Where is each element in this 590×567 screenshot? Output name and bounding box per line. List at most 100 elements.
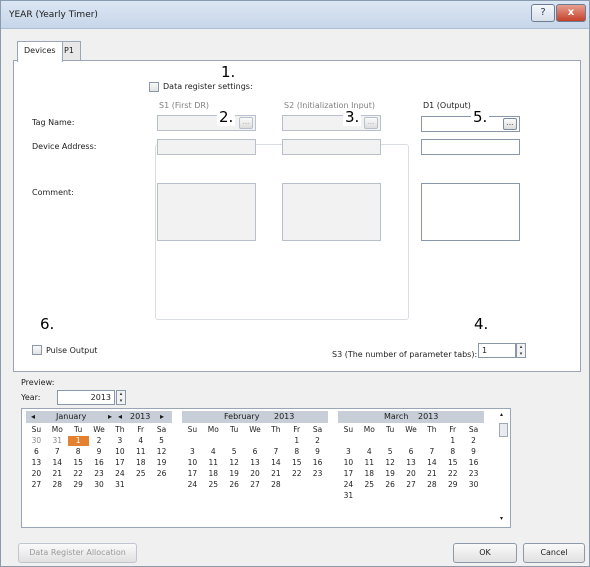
day-cell[interactable]: 5: [224, 447, 245, 457]
calendar-scrollbar[interactable]: ▴ ▾: [498, 411, 510, 525]
s2-device-address-field[interactable]: [282, 139, 381, 155]
d1-device-address-field[interactable]: [421, 139, 520, 155]
day-cell[interactable]: 12: [224, 458, 245, 468]
year-spinner[interactable]: ▴ ▾: [116, 390, 126, 405]
prev-month-arrow[interactable]: ◂: [31, 411, 35, 423]
s2-comment-field[interactable]: [282, 183, 381, 241]
day-cell[interactable]: 2: [463, 436, 484, 446]
cancel-button[interactable]: Cancel: [523, 543, 585, 563]
day-cell[interactable]: 22: [442, 469, 463, 479]
day-cell[interactable]: 3: [182, 447, 203, 457]
day-cell[interactable]: 13: [401, 458, 422, 468]
day-cell[interactable]: 22: [286, 469, 307, 479]
day-cell[interactable]: 1: [286, 436, 307, 446]
day-cell[interactable]: 31: [47, 436, 68, 446]
day-cell[interactable]: 18: [130, 458, 151, 468]
day-cell[interactable]: 28: [421, 480, 442, 490]
day-cell[interactable]: 4: [130, 436, 151, 446]
day-cell[interactable]: 5: [151, 436, 172, 446]
scroll-up-icon[interactable]: ▴: [500, 411, 503, 418]
day-cell[interactable]: 25: [203, 480, 224, 490]
day-cell[interactable]: 27: [401, 480, 422, 490]
day-cell[interactable]: 26: [380, 480, 401, 490]
day-cell[interactable]: 21: [265, 469, 286, 479]
tab-devices[interactable]: Devices: [17, 41, 63, 62]
day-cell[interactable]: 31: [109, 480, 130, 490]
d1-browse-button[interactable]: ...: [503, 118, 517, 130]
day-cell[interactable]: 23: [463, 469, 484, 479]
day-cell[interactable]: 27: [26, 480, 47, 490]
day-cell[interactable]: 25: [130, 469, 151, 479]
day-cell[interactable]: 24: [109, 469, 130, 479]
day-cell[interactable]: 11: [130, 447, 151, 457]
day-cell[interactable]: 29: [68, 480, 89, 490]
day-cell[interactable]: 19: [151, 458, 172, 468]
s3-input[interactable]: 1: [478, 343, 516, 358]
next-year-arrow[interactable]: ▸: [160, 411, 164, 423]
day-cell[interactable]: 9: [463, 447, 484, 457]
s1-browse-button[interactable]: ...: [239, 117, 253, 129]
day-cell[interactable]: 19: [224, 469, 245, 479]
day-cell[interactable]: 10: [182, 458, 203, 468]
day-cell[interactable]: 8: [68, 447, 89, 457]
day-cell[interactable]: 27: [245, 480, 266, 490]
day-cell[interactable]: 3: [109, 436, 130, 446]
day-cell[interactable]: 10: [338, 458, 359, 468]
d1-comment-field[interactable]: [421, 183, 520, 241]
day-cell[interactable]: 28: [47, 480, 68, 490]
scroll-thumb[interactable]: [499, 423, 508, 437]
prev-year-arrow[interactable]: ◂: [118, 411, 122, 423]
day-cell[interactable]: 14: [421, 458, 442, 468]
day-cell[interactable]: 26: [224, 480, 245, 490]
data-register-allocation-button[interactable]: Data Register Allocation: [18, 543, 137, 563]
next-month-arrow[interactable]: ▸: [108, 411, 112, 423]
day-cell[interactable]: 16: [463, 458, 484, 468]
day-cell[interactable]: 5: [380, 447, 401, 457]
day-cell[interactable]: 23: [89, 469, 110, 479]
day-cell[interactable]: 3: [338, 447, 359, 457]
day-cell[interactable]: 7: [47, 447, 68, 457]
s3-spinner[interactable]: ▴ ▾: [516, 343, 526, 358]
day-cell[interactable]: 6: [401, 447, 422, 457]
day-cell[interactable]: 11: [203, 458, 224, 468]
day-cell[interactable]: 15: [442, 458, 463, 468]
day-cell[interactable]: 30: [26, 436, 47, 446]
day-cell[interactable]: 30: [463, 480, 484, 490]
day-cell[interactable]: 23: [307, 469, 328, 479]
day-cell[interactable]: 7: [265, 447, 286, 457]
day-cell[interactable]: 10: [109, 447, 130, 457]
day-cell[interactable]: 1: [442, 436, 463, 446]
day-cell[interactable]: 31: [338, 491, 359, 501]
day-cell[interactable]: 2: [89, 436, 110, 446]
scroll-down-icon[interactable]: ▾: [500, 515, 503, 522]
day-cell[interactable]: 8: [286, 447, 307, 457]
day-cell[interactable]: 15: [286, 458, 307, 468]
day-cell[interactable]: 15: [68, 458, 89, 468]
day-cell[interactable]: 24: [338, 480, 359, 490]
day-cell[interactable]: 21: [421, 469, 442, 479]
day-cell[interactable]: 14: [265, 458, 286, 468]
day-cell[interactable]: 12: [151, 447, 172, 457]
day-cell[interactable]: 6: [26, 447, 47, 457]
day-cell[interactable]: 16: [307, 458, 328, 468]
data-register-checkbox[interactable]: [149, 82, 159, 92]
day-cell[interactable]: 13: [26, 458, 47, 468]
day-cell[interactable]: 17: [338, 469, 359, 479]
day-cell[interactable]: 12: [380, 458, 401, 468]
day-cell[interactable]: 16: [89, 458, 110, 468]
day-cell[interactable]: 24: [182, 480, 203, 490]
day-cell[interactable]: 4: [203, 447, 224, 457]
day-cell[interactable]: 8: [442, 447, 463, 457]
s1-comment-field[interactable]: [157, 183, 256, 241]
day-cell[interactable]: 6: [245, 447, 266, 457]
day-cell[interactable]: 7: [421, 447, 442, 457]
day-cell[interactable]: 20: [26, 469, 47, 479]
day-cell[interactable]: 20: [245, 469, 266, 479]
day-cell[interactable]: 9: [307, 447, 328, 457]
day-cell[interactable]: 2: [307, 436, 328, 446]
day-cell[interactable]: 20: [401, 469, 422, 479]
day-cell[interactable]: 22: [68, 469, 89, 479]
year-input[interactable]: 2013: [57, 390, 115, 405]
day-cell[interactable]: 18: [203, 469, 224, 479]
day-cell[interactable]: 19: [380, 469, 401, 479]
